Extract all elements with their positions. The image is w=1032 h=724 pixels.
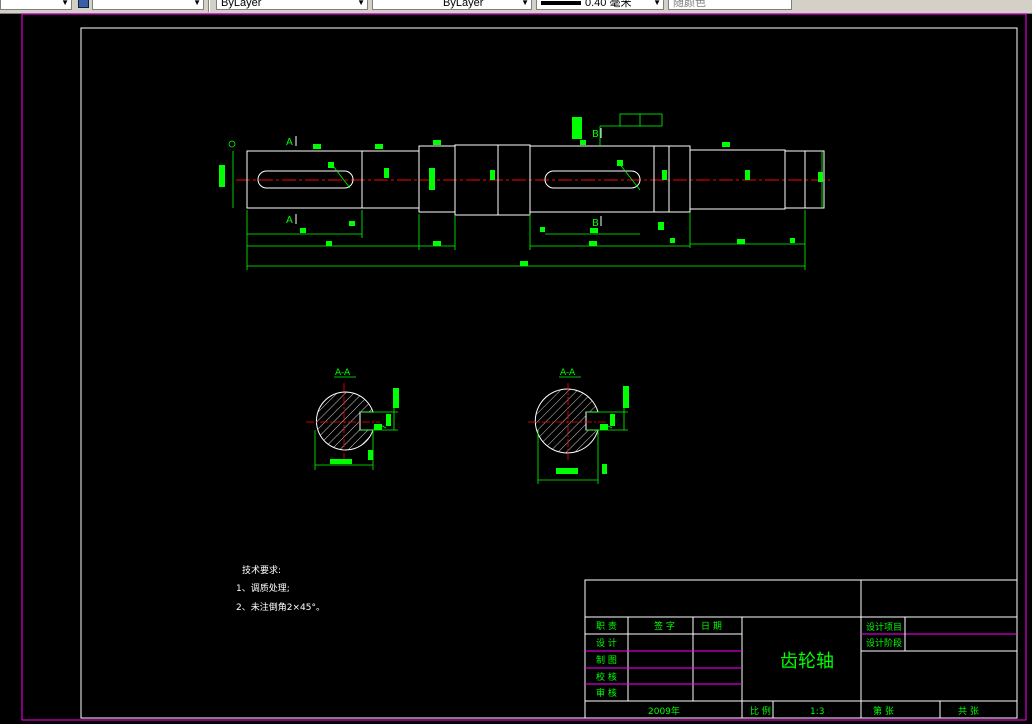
- tool-dropdown[interactable]: ▼: [0, 0, 72, 10]
- section-a-a-left: A-A: [306, 368, 399, 470]
- section-label-right: A-A: [560, 368, 576, 378]
- lineweight-swatch: [541, 1, 581, 6]
- lineweight-dropdown[interactable]: 0.40 毫米 ▼: [536, 0, 664, 10]
- chevron-down-icon: ▼: [521, 0, 529, 7]
- technical-requirements: 技术要求: 1、调质处理; 2、未注倒角2×45°。: [236, 564, 325, 613]
- chevron-down-icon: ▼: [653, 0, 661, 7]
- title-row-design: 设 计: [596, 637, 617, 649]
- title-block: [584, 579, 1018, 719]
- title-col-role: 职 责: [596, 620, 617, 632]
- notes-heading: 技术要求:: [242, 564, 281, 576]
- title-scale-label: 比 例: [750, 705, 771, 717]
- plotstyle-value: 随颜色: [673, 0, 706, 9]
- layer-icon[interactable]: [78, 0, 89, 8]
- linetype-dropdown[interactable]: ByLayer ▼: [372, 0, 532, 10]
- title-design-project: 设计项目: [866, 621, 902, 633]
- layer-value: ByLayer: [221, 0, 262, 9]
- shaft-segment-6: [653, 145, 691, 213]
- shaft-segment-3: [418, 145, 456, 213]
- notes-line-2: 2、未注倒角2×45°。: [236, 601, 325, 613]
- chevron-down-icon: ▼: [357, 0, 365, 7]
- title-design-stage: 设计阶段: [866, 637, 902, 649]
- title-part-name: 齿轮轴: [780, 651, 834, 672]
- title-col-date: 日 期: [701, 621, 722, 632]
- view-label-b-top: B: [592, 129, 599, 140]
- view-label-a-top: A: [286, 137, 293, 148]
- plotstyle-dropdown[interactable]: 随颜色: [668, 0, 792, 10]
- separator: [208, 0, 210, 12]
- title-col-sign: 签 字: [654, 620, 675, 632]
- outer-border: [21, 13, 1027, 721]
- title-year: 2009年: [648, 705, 680, 717]
- inner-border: [80, 27, 1018, 719]
- notes-line-1: 1、调质处理;: [236, 582, 290, 594]
- properties-toolbar: ▼ ▼ ByLayer ▼ ByLayer ▼ 0.40 毫米 ▼ 随颜色: [0, 0, 1032, 14]
- title-row-draw: 制 图: [596, 654, 617, 666]
- title-row-check: 校 核: [596, 671, 617, 683]
- chevron-down-icon: ▼: [193, 0, 201, 7]
- shaft-dimensions: [232, 113, 823, 270]
- lineweight-value: 0.40 毫米: [585, 0, 632, 9]
- view-labels: A A B B: [286, 129, 599, 229]
- view-label-a-bottom: A: [286, 215, 293, 226]
- title-sheet-no: 第 张: [873, 705, 894, 717]
- title-sheet-total: 共 张: [958, 706, 979, 717]
- linetype-value: ByLayer: [443, 0, 484, 9]
- cad-drawing-canvas[interactable]: A A B B A-A A-A 技术要求: 1、调质处理; 2、未注倒角2×45…: [0, 13, 1032, 724]
- chevron-down-icon: ▼: [61, 0, 69, 7]
- view-label-b-bottom: B: [592, 218, 599, 229]
- section-a-a-right: A-A: [528, 368, 629, 484]
- layer-dropdown[interactable]: ByLayer ▼: [216, 0, 368, 10]
- section-label-left: A-A: [335, 368, 351, 378]
- title-scale-value: 1:3: [810, 707, 824, 717]
- title-row-review: 审 核: [596, 687, 617, 699]
- color-dropdown[interactable]: ▼: [92, 0, 204, 10]
- shaft-segment-5: [529, 145, 655, 213]
- shaft-main-view: [236, 144, 830, 216]
